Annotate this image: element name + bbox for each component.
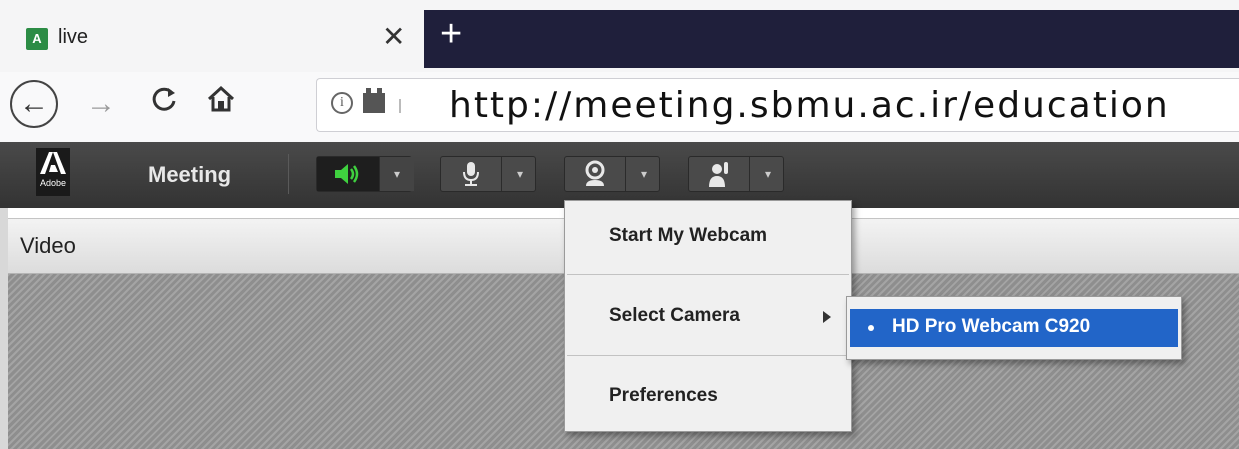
forward-button[interactable]: →	[86, 82, 116, 126]
menu-separator	[567, 274, 849, 275]
webcam-dropdown-icon[interactable]: ▾	[625, 157, 662, 191]
site-info-icon[interactable]: i	[331, 92, 353, 114]
webcam-menu: Start My Webcam Select Camera Preference…	[564, 200, 852, 432]
adobe-connect-favicon-icon: A	[26, 28, 48, 50]
toolbar-divider	[288, 154, 289, 194]
speaker-dropdown-icon[interactable]: ▾	[379, 157, 414, 191]
browser-tab-strip: A live ✕ +	[0, 0, 1239, 72]
speaker-button[interactable]: ▾	[316, 156, 414, 192]
app-title: Meeting	[148, 162, 232, 187]
menu-item-preferences[interactable]: Preferences	[565, 363, 851, 433]
home-icon	[207, 85, 235, 112]
camera-submenu: HD Pro Webcam C920	[846, 296, 1182, 360]
close-tab-icon[interactable]: ✕	[382, 20, 405, 54]
reload-icon	[152, 87, 176, 111]
menu-item-label: Preferences	[609, 385, 718, 406]
home-button[interactable]	[206, 84, 236, 125]
menu-item-select-camera[interactable]: Select Camera	[565, 283, 851, 353]
webcam-icon[interactable]	[565, 157, 625, 191]
menu-item-start-webcam[interactable]: Start My Webcam	[565, 203, 851, 273]
microphone-dropdown-icon[interactable]: ▾	[501, 157, 538, 191]
microphone-button[interactable]: ▾	[440, 156, 536, 192]
new-tab-button[interactable]: +	[440, 14, 462, 54]
raise-hand-dropdown-icon[interactable]: ▾	[749, 157, 786, 191]
adobe-logo-text: Adobe	[39, 178, 67, 188]
left-gutter	[0, 208, 8, 449]
adobe-logo: Adobe	[36, 148, 70, 196]
adobe-a-icon	[40, 152, 66, 174]
reload-button[interactable]	[150, 84, 180, 125]
camera-option-hd-pro-webcam[interactable]: HD Pro Webcam C920	[850, 309, 1178, 347]
address-bar[interactable]: i http://meeting.sbmu.ac.ir/education	[316, 78, 1239, 132]
raise-hand-icon[interactable]	[689, 157, 749, 191]
url-text[interactable]: http://meeting.sbmu.ac.ir/education	[449, 85, 1170, 126]
raise-hand-button[interactable]: ▾	[688, 156, 784, 192]
tab-title: live	[58, 26, 89, 48]
app-toolbar: Adobe Meeting ▾ ▾ ▾ ▾	[0, 142, 1239, 208]
selected-bullet-icon	[868, 325, 874, 331]
menu-separator	[567, 355, 849, 356]
webcam-button[interactable]: ▾	[564, 156, 660, 192]
plugin-icon[interactable]	[363, 88, 385, 113]
menu-item-label: Start My Webcam	[609, 225, 768, 246]
back-button[interactable]: ←	[10, 80, 58, 128]
speaker-icon[interactable]	[317, 157, 379, 191]
tab-strip-empty-area	[424, 10, 1239, 68]
menu-item-label: Select Camera	[609, 305, 740, 326]
browser-tab[interactable]: A live ✕	[12, 12, 420, 68]
url-separator	[399, 99, 401, 113]
microphone-icon[interactable]	[441, 157, 501, 191]
video-pod-title: Video	[20, 233, 76, 258]
submenu-arrow-icon	[823, 311, 831, 323]
browser-nav-bar: ← → i http://meeting.sbmu.ac.ir/educatio…	[0, 72, 1239, 142]
camera-option-label: HD Pro Webcam C920	[892, 316, 1091, 337]
